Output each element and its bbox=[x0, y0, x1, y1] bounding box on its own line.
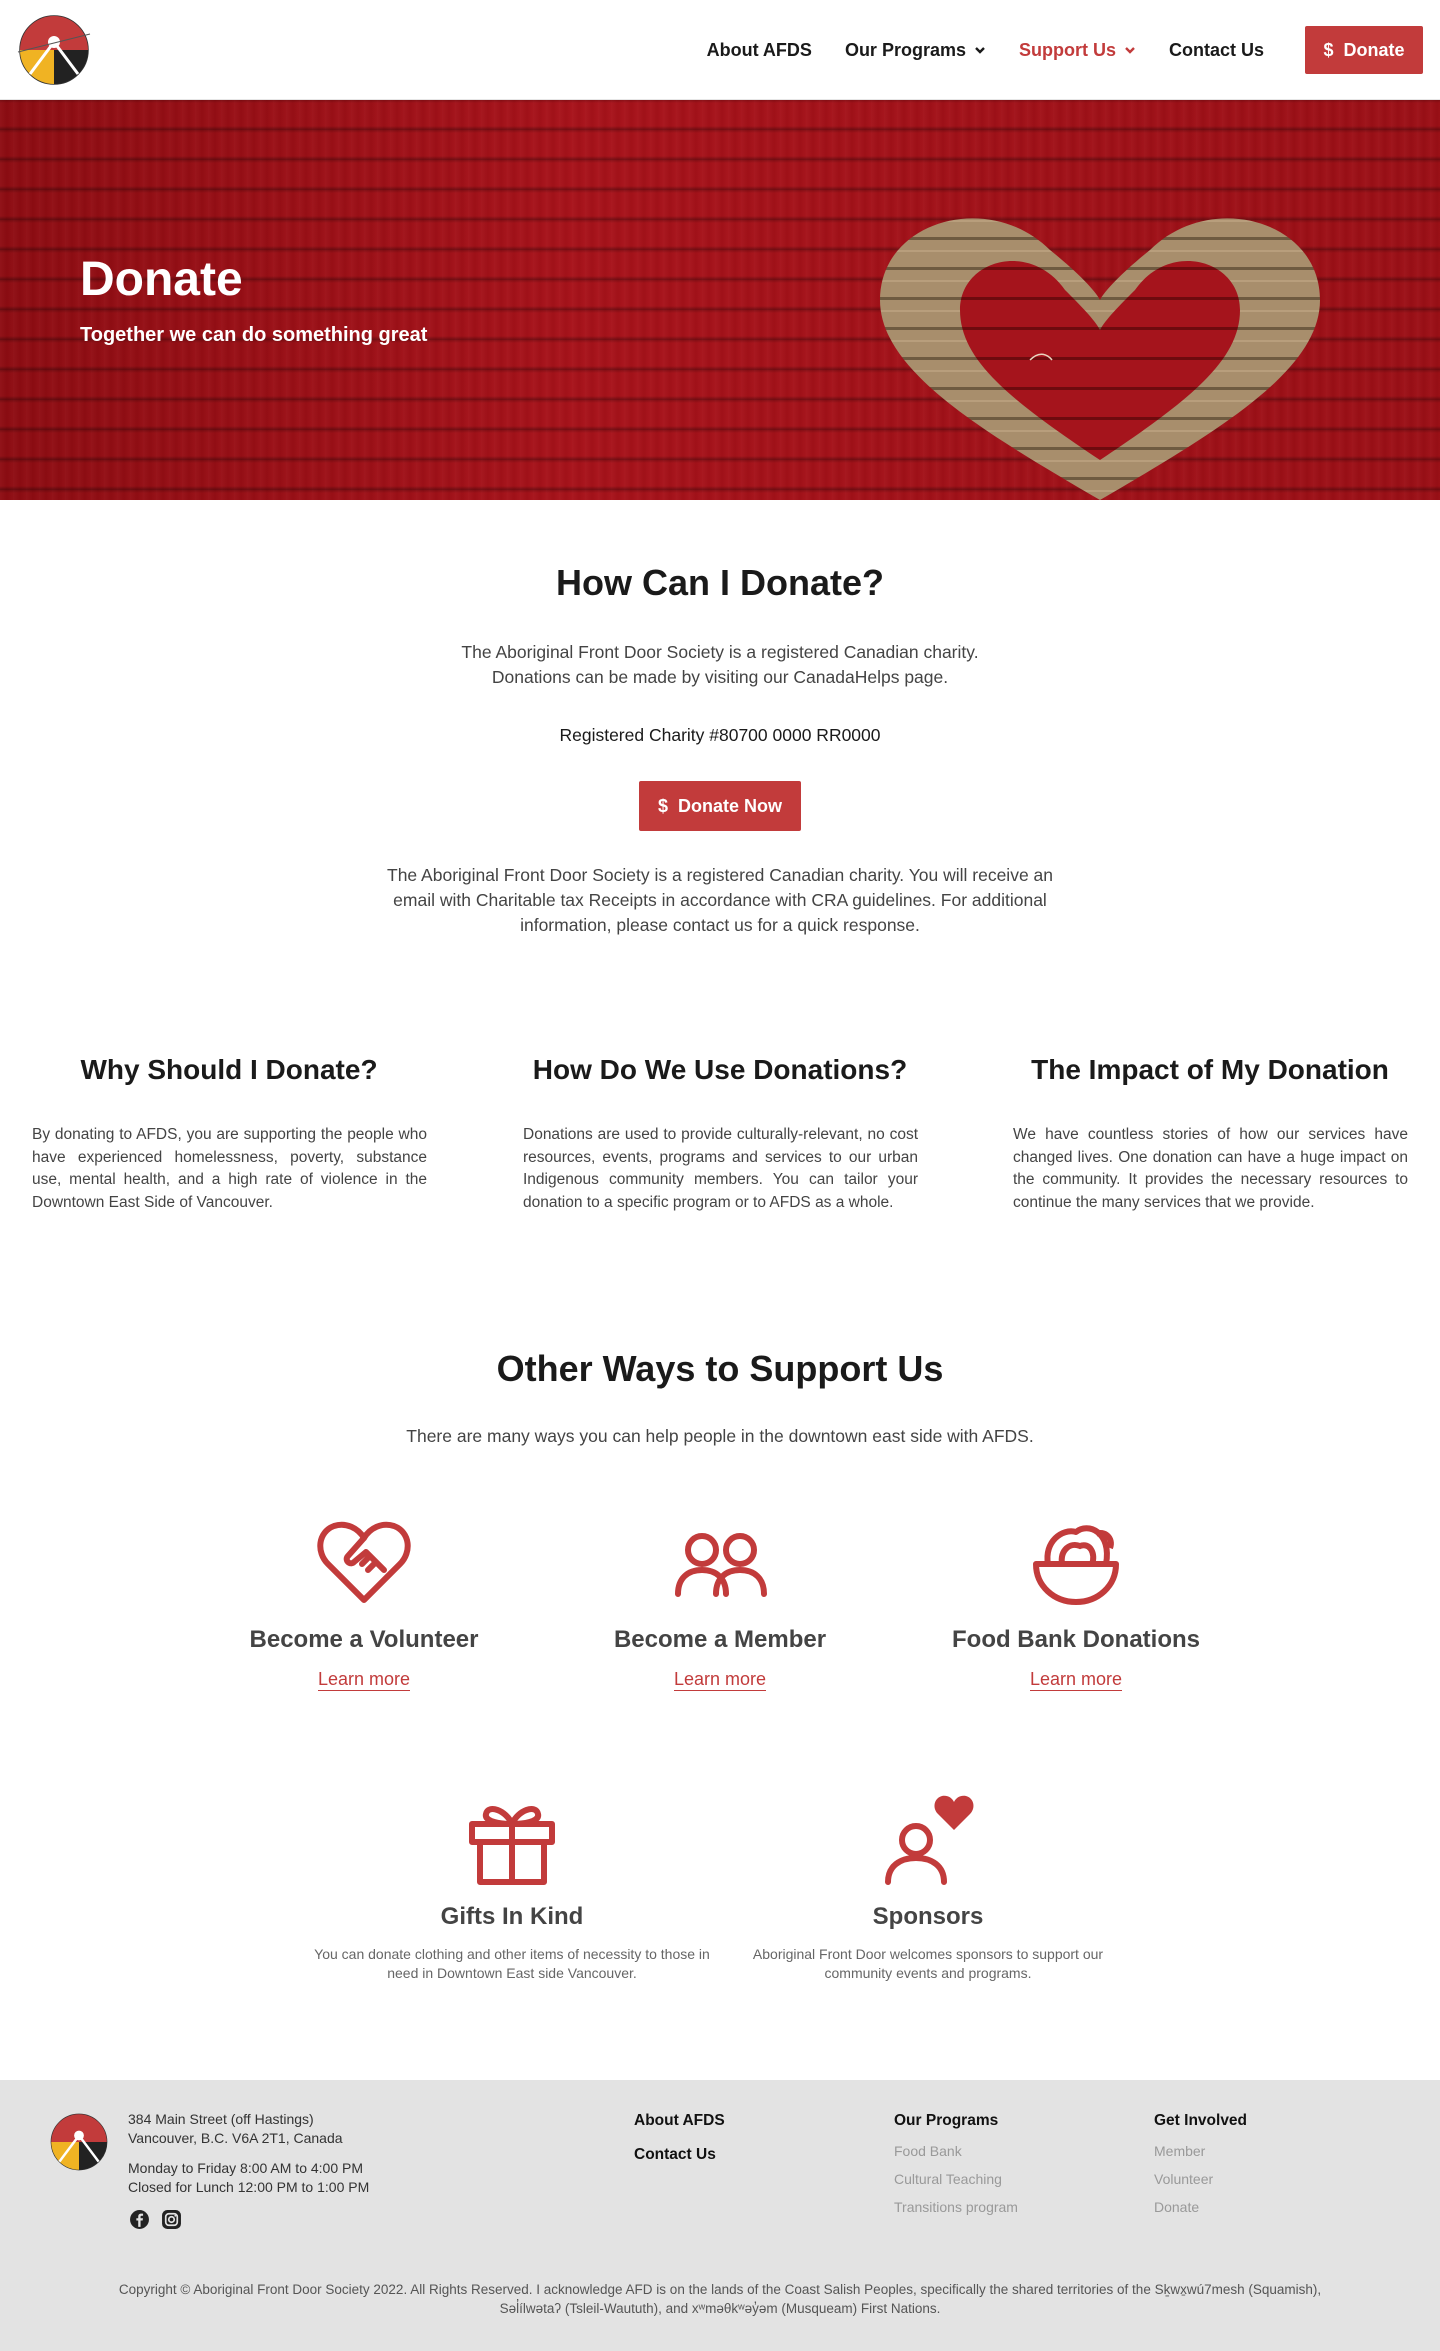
hero-subtitle: Together we can do something great bbox=[80, 324, 428, 346]
impact-text: We have countless stories of how our ser… bbox=[1013, 1126, 1408, 1211]
charity-number: Registered Charity #80700 0000 RR0000 bbox=[559, 725, 881, 745]
footer-programs-heading: Our Programs bbox=[894, 2112, 999, 2129]
footer-link-volunteer[interactable]: Volunteer bbox=[1154, 2171, 1213, 2187]
hero-title: Donate bbox=[80, 253, 243, 306]
header-donate-button[interactable]: $ Donate bbox=[1305, 26, 1423, 74]
site-header: About AFDS Our Programs Support Us Conta… bbox=[0, 0, 1440, 100]
user-heart-icon bbox=[885, 1795, 974, 1885]
instagram-icon[interactable] bbox=[161, 2209, 182, 2230]
nav-about[interactable]: About AFDS bbox=[707, 40, 812, 61]
nav-contact-label: Contact Us bbox=[1168, 39, 1264, 60]
dollar-icon: $ bbox=[1323, 39, 1334, 60]
site-footer: 384 Main Street (off Hastings) Vancouver… bbox=[0, 2080, 1440, 2351]
footer-link-transitions[interactable]: Transitions program bbox=[894, 2199, 1018, 2215]
other-ways-title: Other Ways to Support Us bbox=[496, 1348, 944, 1389]
impact-title: The Impact of My Donation bbox=[1031, 1054, 1389, 1085]
member-learn-more-label: Learn more bbox=[673, 1669, 767, 1691]
footer-address-line2: Vancouver, B.C. V6A 2T1, Canada bbox=[128, 2130, 343, 2146]
hero-banner: Donate Together we can do something grea… bbox=[0, 100, 1440, 500]
gifts-title: Gifts In Kind bbox=[440, 1903, 584, 1930]
member-title: Become a Member bbox=[613, 1626, 827, 1653]
footer-contact-link[interactable]: Contact Us bbox=[634, 2146, 716, 2164]
main-nav: About AFDS Our Programs Support Us Conta… bbox=[707, 0, 1440, 100]
food-bank-learn-more[interactable]: Learn more bbox=[906, 1669, 1246, 1691]
how-donate-line1: The Aboriginal Front Door Society is a r… bbox=[461, 642, 979, 662]
donate-now-label: Donate Now bbox=[678, 795, 783, 816]
how-donate-line2: Donations can be made by visiting our Ca… bbox=[491, 667, 949, 687]
footer-link-cultural-teaching[interactable]: Cultural Teaching bbox=[894, 2171, 1002, 2187]
footer-hours-line2: Closed for Lunch 12:00 PM to 1:00 PM bbox=[128, 2179, 370, 2195]
nav-support[interactable]: Support Us bbox=[1019, 40, 1136, 61]
sponsors-description: Aboriginal Front Door welcomes sponsors … bbox=[752, 1946, 1104, 1981]
gift-icon bbox=[469, 1806, 555, 1885]
nav-programs[interactable]: Our Programs bbox=[845, 40, 986, 61]
volunteer-title: Become a Volunteer bbox=[249, 1626, 479, 1653]
heart-handshake-icon bbox=[317, 1521, 411, 1603]
why-donate-title: Why Should I Donate? bbox=[80, 1054, 378, 1085]
wooden-heart-image bbox=[880, 218, 1320, 500]
footer-link-member[interactable]: Member bbox=[1154, 2143, 1205, 2159]
food-bank-learn-more-label: Learn more bbox=[1029, 1669, 1123, 1691]
donate-note-line3: information, please contact us for a qui… bbox=[520, 915, 920, 935]
volunteer-learn-more[interactable]: Learn more bbox=[194, 1669, 534, 1691]
sponsors-title: Sponsors bbox=[872, 1903, 984, 1930]
nav-programs-label: Our Programs bbox=[844, 39, 966, 60]
use-donations-title: How Do We Use Donations? bbox=[532, 1054, 908, 1085]
why-donate-text: By donating to AFDS, you are supporting … bbox=[32, 1126, 427, 1211]
donate-button-label: Donate bbox=[1343, 39, 1405, 60]
chevron-down-icon bbox=[975, 47, 985, 54]
afds-logo[interactable] bbox=[16, 12, 92, 88]
facebook-icon[interactable] bbox=[129, 2209, 150, 2230]
nav-contact[interactable]: Contact Us bbox=[1169, 40, 1264, 61]
footer-involved-heading: Get Involved bbox=[1154, 2112, 1248, 2129]
footer-address-line1: 384 Main Street (off Hastings) bbox=[128, 2111, 314, 2127]
food-bank-title: Food Bank Donations bbox=[952, 1626, 1200, 1653]
chevron-down-icon bbox=[1125, 47, 1135, 54]
donate-now-button[interactable]: $ Donate Now bbox=[639, 781, 801, 831]
volunteer-learn-more-label: Learn more bbox=[317, 1669, 411, 1691]
footer-hours-line1: Monday to Friday 8:00 AM to 4:00 PM bbox=[128, 2160, 364, 2176]
member-learn-more[interactable]: Learn more bbox=[550, 1669, 890, 1691]
food-bowl-icon bbox=[1033, 1525, 1119, 1605]
gifts-description: You can donate clothing and other items … bbox=[314, 1946, 710, 1981]
footer-afds-logo[interactable] bbox=[48, 2111, 110, 2173]
dollar-icon: $ bbox=[657, 795, 668, 816]
nav-about-label: About AFDS bbox=[706, 39, 812, 60]
how-donate-title: How Can I Donate? bbox=[555, 562, 884, 603]
other-ways-subtitle: There are many ways you can help people … bbox=[406, 1426, 1034, 1446]
footer-link-donate[interactable]: Donate bbox=[1154, 2199, 1199, 2215]
nav-support-label: Support Us bbox=[1018, 39, 1116, 60]
footer-about-link[interactable]: About AFDS bbox=[634, 2112, 725, 2130]
use-donations-text: Donations are used to provide culturally… bbox=[523, 1126, 918, 1211]
donate-note-line2: email with Charitable tax Receipts in ac… bbox=[393, 890, 1047, 910]
footer-link-food-bank[interactable]: Food Bank bbox=[894, 2143, 962, 2159]
copyright-line1: Copyright © Aboriginal Front Door Societ… bbox=[118, 2282, 1322, 2297]
donate-note-line1: The Aboriginal Front Door Society is a r… bbox=[387, 865, 1053, 885]
users-icon bbox=[675, 1533, 767, 1597]
copyright: Copyright © Aboriginal Front Door Societ… bbox=[40, 2280, 1400, 2318]
copyright-line2: Səl̓ílwətaʔ (Tsleil-Waututh), and xʷməθk… bbox=[499, 2301, 941, 2316]
